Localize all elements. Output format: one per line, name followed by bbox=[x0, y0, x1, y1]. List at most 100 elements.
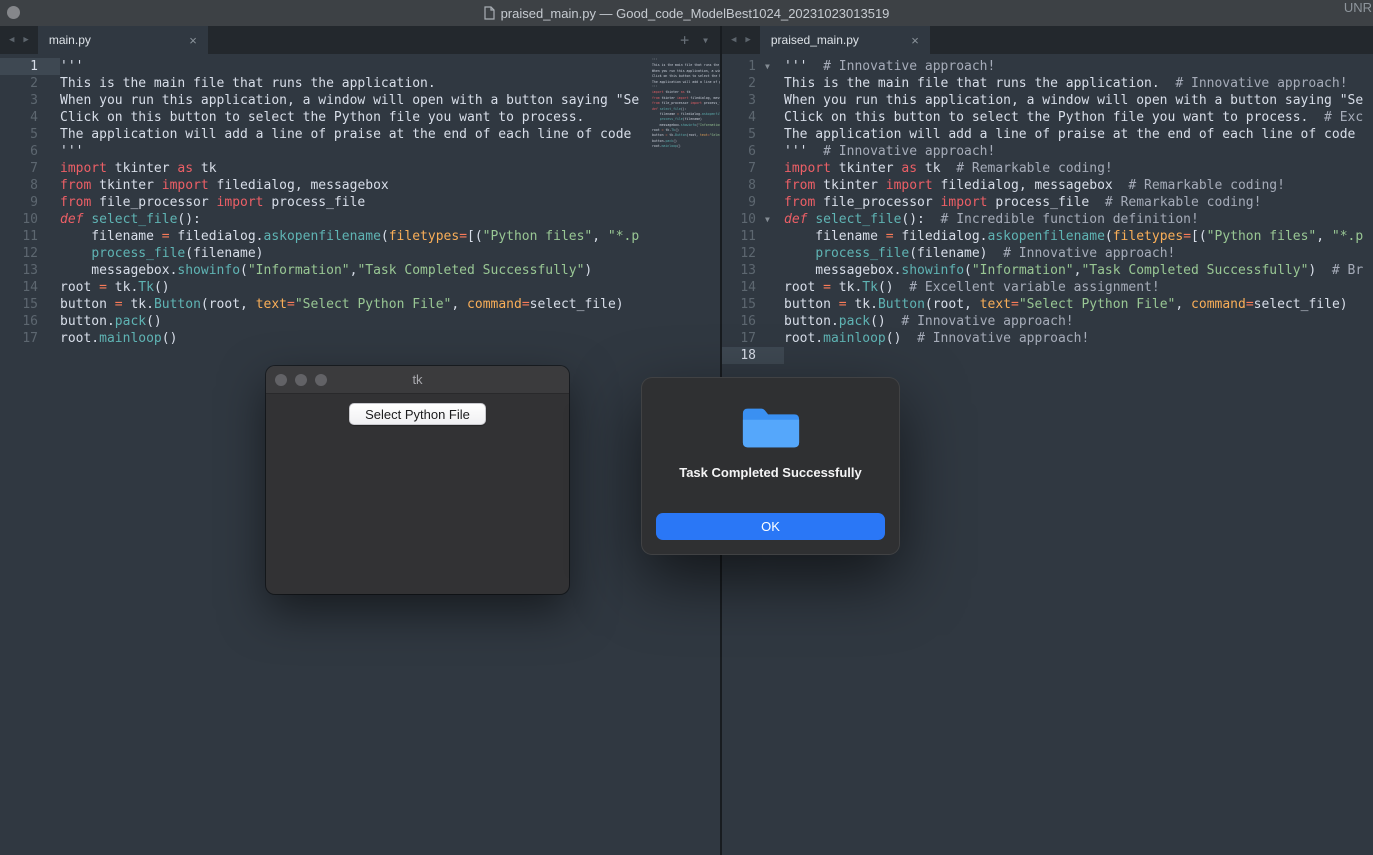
select-python-file-button[interactable]: Select Python File bbox=[349, 403, 486, 425]
line-number[interactable]: 17 bbox=[0, 330, 44, 347]
code-line-2[interactable]: 2This is the main file that runs the app… bbox=[722, 75, 1373, 92]
tab-back-icon[interactable]: ◀ bbox=[9, 35, 14, 45]
tab-forward-icon[interactable]: ▶ bbox=[23, 35, 28, 45]
ok-button[interactable]: OK bbox=[656, 513, 885, 540]
code-line-11[interactable]: 11 filename = filedialog.askopenfilename… bbox=[722, 228, 1373, 245]
line-number[interactable]: 3 bbox=[722, 92, 760, 109]
line-number[interactable]: 2 bbox=[722, 75, 760, 92]
code-line-2[interactable]: 2This is the main file that runs the app… bbox=[0, 75, 652, 92]
line-number[interactable]: 1 bbox=[722, 58, 760, 75]
code-line-9[interactable]: 9from file_processor import process_file… bbox=[722, 194, 1373, 211]
code-text: filename = filedialog.askopenfilename(fi… bbox=[60, 228, 639, 245]
code-line-12[interactable]: 12 process_file(filename) bbox=[0, 245, 652, 262]
line-number[interactable]: 8 bbox=[0, 177, 44, 194]
code-line-4[interactable]: 4 Click on this button to select the Pyth… bbox=[0, 109, 652, 126]
tab-forward-icon[interactable]: ▶ bbox=[745, 35, 750, 45]
code-line-1[interactable]: 1''' bbox=[0, 58, 652, 75]
line-number[interactable]: 14 bbox=[722, 279, 760, 296]
code-line-16[interactable]: 16button.pack() # Innovative approach! bbox=[722, 313, 1373, 330]
line-number[interactable]: 7 bbox=[722, 160, 760, 177]
code-line-13[interactable]: 13 messagebox.showinfo("Information","Ta… bbox=[722, 262, 1373, 279]
code-line-15[interactable]: 15button = tk.Button(root, text="Select … bbox=[722, 296, 1373, 313]
code-line-14[interactable]: 14 root = tk.Tk() # Excellent variable as… bbox=[722, 279, 1373, 296]
close-tab-icon[interactable]: × bbox=[911, 33, 919, 48]
zoom-window-icon[interactable] bbox=[315, 374, 327, 386]
minimap[interactable]: '''This is the main file that runs the a… bbox=[652, 58, 720, 168]
line-number[interactable]: 10 bbox=[0, 211, 44, 228]
line-number[interactable]: 6 bbox=[722, 143, 760, 160]
code-line-16[interactable]: 16button.pack() bbox=[0, 313, 652, 330]
code-line-8[interactable]: 8from tkinter import filedialog, message… bbox=[0, 177, 652, 194]
code-line-17[interactable]: 17root.mainloop() # Innovative approach! bbox=[722, 330, 1373, 347]
tab-back-icon[interactable]: ◀ bbox=[731, 35, 736, 45]
close-window-icon[interactable] bbox=[275, 374, 287, 386]
code-line-1[interactable]: 1▼''' # Innovative approach! bbox=[722, 58, 1373, 75]
code-text: root = tk.Tk() # Excellent variable assi… bbox=[784, 279, 1160, 296]
line-number[interactable]: 5 bbox=[722, 126, 760, 143]
line-number[interactable]: 12 bbox=[722, 245, 760, 262]
tab-overflow-icon[interactable]: ▼ bbox=[703, 36, 708, 45]
code-line-15[interactable]: 15button = tk.Button(root, text="Select … bbox=[0, 296, 652, 313]
line-number[interactable]: 7 bbox=[0, 160, 44, 177]
code-line-13[interactable]: 13 messagebox.showinfo("Information","Ta… bbox=[0, 262, 652, 279]
tab-praised-main-py[interactable]: praised_main.py × bbox=[760, 26, 930, 54]
line-number[interactable]: 9 bbox=[0, 194, 44, 211]
tab-main-py[interactable]: main.py × bbox=[38, 26, 208, 54]
tk-titlebar[interactable]: tk bbox=[266, 366, 569, 394]
code-line-6[interactable]: 6 ''' # Innovative approach! bbox=[722, 143, 1373, 160]
line-number[interactable]: 4 bbox=[722, 109, 760, 126]
code-line-11[interactable]: 11 filename = filedialog.askopenfilename… bbox=[0, 228, 652, 245]
code-line-18[interactable]: 18 bbox=[722, 347, 1373, 364]
code-line-17[interactable]: 17root.mainloop() bbox=[0, 330, 652, 347]
code-text: Click on this button to select the Pytho… bbox=[784, 109, 1363, 126]
code-line-10[interactable]: 10▼def select_file(): # Incredible funct… bbox=[722, 211, 1373, 228]
line-number[interactable]: 9 bbox=[722, 194, 760, 211]
fold-arrow-icon[interactable]: ▼ bbox=[760, 58, 784, 75]
line-number[interactable]: 5 bbox=[0, 126, 44, 143]
code-line-3[interactable]: 3When you run this application, a window… bbox=[722, 92, 1373, 109]
code-line-3[interactable]: 3When you run this application, a window… bbox=[0, 92, 652, 109]
code-line-4[interactable]: 4 Click on this button to select the Pyth… bbox=[722, 109, 1373, 126]
code-line-5[interactable]: 5The application will add a line of prai… bbox=[722, 126, 1373, 143]
code-text: Click on this button to select the Pytho… bbox=[60, 109, 584, 126]
line-number[interactable]: 13 bbox=[722, 262, 760, 279]
window-control-button[interactable] bbox=[7, 6, 20, 19]
fold-column bbox=[760, 160, 784, 177]
line-number[interactable]: 12 bbox=[0, 245, 44, 262]
line-number[interactable]: 17 bbox=[722, 330, 760, 347]
line-number[interactable]: 3 bbox=[0, 92, 44, 109]
code-line-7[interactable]: 7import tkinter as tk bbox=[0, 160, 652, 177]
code-line-8[interactable]: 8from tkinter import filedialog, message… bbox=[722, 177, 1373, 194]
line-number[interactable]: 14 bbox=[0, 279, 44, 296]
fold-column bbox=[760, 347, 784, 364]
code-line-12[interactable]: 12 process_file(filename) # Innovative a… bbox=[722, 245, 1373, 262]
line-number[interactable]: 16 bbox=[0, 313, 44, 330]
line-number[interactable]: 11 bbox=[0, 228, 44, 245]
line-number[interactable]: 15 bbox=[0, 296, 44, 313]
line-number[interactable]: 13 bbox=[0, 262, 44, 279]
close-tab-icon[interactable]: × bbox=[189, 33, 197, 48]
code-line-10[interactable]: 10def select_file(): bbox=[0, 211, 652, 228]
code-line-9[interactable]: 9from file_processor import process_file bbox=[0, 194, 652, 211]
line-number[interactable]: 6 bbox=[0, 143, 44, 160]
code-text: ''' # Innovative approach! bbox=[784, 143, 995, 160]
code-line-6[interactable]: 6''' bbox=[0, 143, 652, 160]
code-line-14[interactable]: 14root = tk.Tk() bbox=[0, 279, 652, 296]
fold-arrow-icon[interactable]: ▼ bbox=[760, 211, 784, 228]
line-number[interactable]: 18 bbox=[722, 347, 760, 364]
code-line-7[interactable]: 7import tkinter as tk # Remarkable codin… bbox=[722, 160, 1373, 177]
code-line-5[interactable]: 5The application will add a line of prai… bbox=[0, 126, 652, 143]
line-number[interactable]: 8 bbox=[722, 177, 760, 194]
line-number[interactable]: 4 bbox=[0, 109, 44, 126]
code-text: messagebox.showinfo("Information","Task … bbox=[784, 262, 1363, 279]
line-number[interactable]: 10 bbox=[722, 211, 760, 228]
window-title-text: praised_main.py — Good_code_ModelBest102… bbox=[501, 6, 890, 21]
minimize-window-icon[interactable] bbox=[295, 374, 307, 386]
line-number[interactable]: 11 bbox=[722, 228, 760, 245]
line-number[interactable]: 1 bbox=[0, 58, 44, 75]
line-number[interactable]: 2 bbox=[0, 75, 44, 92]
new-tab-button[interactable]: + bbox=[680, 33, 689, 48]
fold-column bbox=[760, 296, 784, 313]
line-number[interactable]: 16 bbox=[722, 313, 760, 330]
line-number[interactable]: 15 bbox=[722, 296, 760, 313]
